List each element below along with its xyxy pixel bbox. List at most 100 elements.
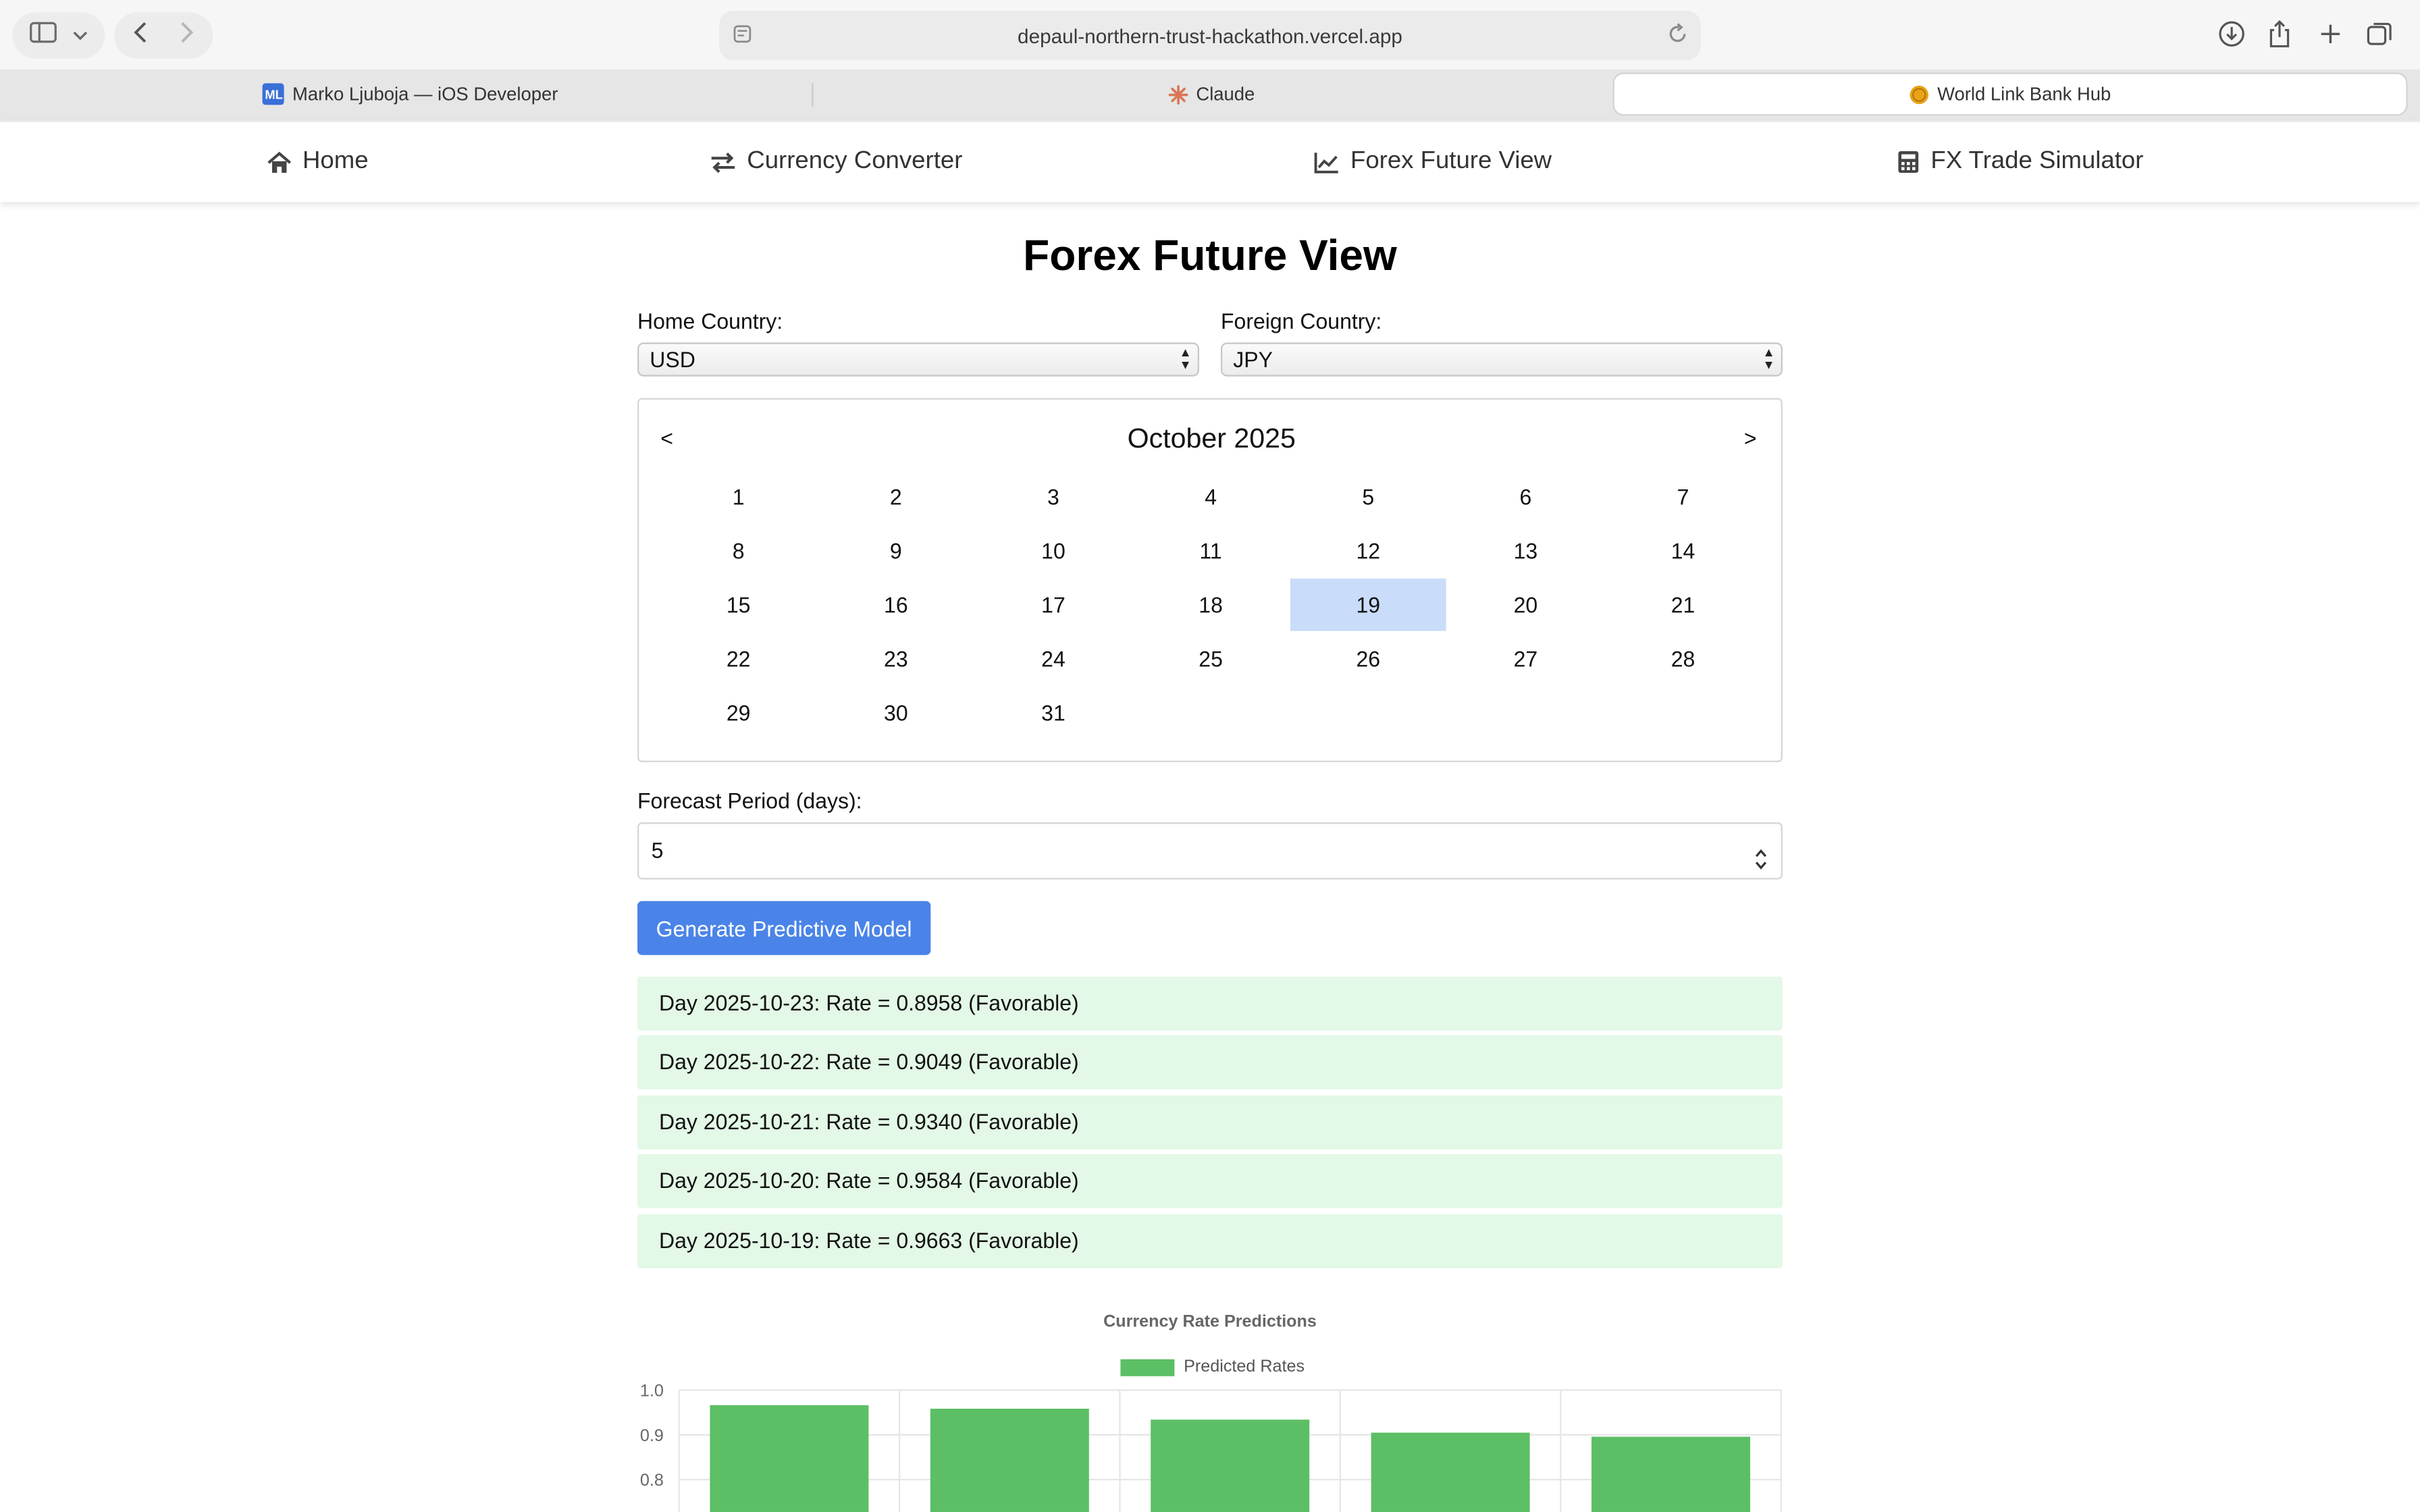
calendar-day[interactable]: 21 xyxy=(1605,578,1761,631)
generate-model-button[interactable]: Generate Predictive Model xyxy=(637,900,931,955)
calendar-day[interactable]: 14 xyxy=(1605,524,1761,577)
legend-label: Predicted Rates xyxy=(1184,1357,1305,1376)
calendar-day[interactable]: 12 xyxy=(1290,524,1446,577)
stepper-icon[interactable] xyxy=(1754,838,1769,892)
address-bar[interactable]: depaul-northern-trust-hackathon.vercel.a… xyxy=(719,10,1701,61)
y-tick-label: 1.0 xyxy=(640,1382,664,1401)
downloads-icon[interactable] xyxy=(2218,20,2246,48)
history-nav xyxy=(114,12,213,59)
tab-overview-icon[interactable] xyxy=(2366,20,2394,48)
calendar-day[interactable]: 17 xyxy=(976,578,1132,631)
new-tab-icon[interactable] xyxy=(2318,22,2343,47)
calendar: < October 2025 > 1 2 3 4 5 6 7 8 9 10 11 12 13 14 15 16… xyxy=(637,398,1783,763)
line-chart-icon xyxy=(1314,152,1338,173)
nav-forex-future-view-label: Forex Future View xyxy=(1350,148,1552,175)
calendar-day[interactable]: 15 xyxy=(660,578,816,631)
foreign-country-label: Foreign Country: xyxy=(1220,308,1382,333)
calendar-month-label: October 2025 xyxy=(1127,423,1296,454)
calendar-day[interactable]: 10 xyxy=(976,524,1132,577)
home-icon xyxy=(267,151,292,172)
nav-fx-trade-simulator[interactable]: FX Trade Simulator xyxy=(1897,145,2143,179)
sidebar-toggle-button[interactable] xyxy=(12,12,105,59)
browser-toolbar: depaul-northern-trust-hackathon.vercel.a… xyxy=(0,0,2420,70)
calendar-day[interactable]: 16 xyxy=(818,578,974,631)
calendar-day[interactable]: 6 xyxy=(1448,470,1604,523)
app-nav: Home Currency Converter Forex Future Vie… xyxy=(0,120,2420,202)
calculator-icon xyxy=(1898,151,1919,173)
chart-bar[interactable] xyxy=(930,1408,1089,1512)
legend-swatch xyxy=(1120,1358,1175,1376)
calendar-day[interactable]: 3 xyxy=(976,470,1132,523)
calendar-day[interactable]: 5 xyxy=(1290,470,1446,523)
calendar-day[interactable]: 7 xyxy=(1605,470,1761,523)
chart-bar[interactable] xyxy=(710,1405,869,1512)
ml-favicon: ML xyxy=(263,83,285,105)
sidebar-icon xyxy=(29,21,57,50)
result-row: Day 2025-10-20: Rate = 0.9584 (Favorable… xyxy=(637,1154,1783,1208)
calendar-day[interactable]: 26 xyxy=(1290,632,1446,685)
calendar-day[interactable]: 30 xyxy=(818,686,974,739)
result-row: Day 2025-10-22: Rate = 0.9049 (Favorable… xyxy=(637,1035,1783,1089)
tab-bar: ML Marko Ljuboja — iOS Developer Claude … xyxy=(0,69,2420,121)
chart-title: Currency Rate Predictions xyxy=(1103,1313,1317,1332)
calendar-day[interactable]: 31 xyxy=(976,686,1132,739)
calendar-day[interactable]: 11 xyxy=(1133,524,1289,577)
forward-icon[interactable] xyxy=(179,21,194,50)
nav-home-label: Home xyxy=(302,148,369,175)
nav-currency-converter-label: Currency Converter xyxy=(747,148,963,175)
url-text: depaul-northern-trust-hackathon.vercel.a… xyxy=(1018,24,1402,47)
result-row: Day 2025-10-21: Rate = 0.9340 (Favorable… xyxy=(637,1095,1783,1150)
forecast-period-input[interactable]: 5 xyxy=(637,822,1783,880)
calendar-day[interactable]: 22 xyxy=(660,632,816,685)
forecast-period-value: 5 xyxy=(651,838,664,863)
calendar-day-selected[interactable]: 19 xyxy=(1290,578,1446,631)
nav-currency-converter[interactable]: Currency Converter xyxy=(710,145,962,179)
chart-legend[interactable]: Predicted Rates xyxy=(1120,1357,1305,1376)
forecast-period-label: Forecast Period (days): xyxy=(637,788,862,813)
tab-label: World Link Bank Hub xyxy=(1937,83,2111,105)
calendar-day[interactable]: 1 xyxy=(660,470,816,523)
calendar-day[interactable]: 29 xyxy=(660,686,816,739)
result-row: Day 2025-10-19: Rate = 0.9663 (Favorable… xyxy=(637,1214,1783,1268)
select-arrows-icon: ▲ ▼ xyxy=(1762,345,1775,372)
page-settings-icon[interactable] xyxy=(731,23,753,49)
exchange-arrows-icon xyxy=(711,151,735,173)
calendar-day[interactable]: 4 xyxy=(1133,470,1289,523)
home-country-select[interactable]: USD ▲ ▼ xyxy=(637,342,1199,377)
reload-icon[interactable] xyxy=(1667,22,1689,51)
tab-world-link-bank-hub[interactable]: World Link Bank Hub xyxy=(1612,72,2408,116)
calendar-next-button[interactable]: > xyxy=(1744,426,1757,451)
foreign-country-select[interactable]: JPY ▲ ▼ xyxy=(1220,342,1783,377)
chart-bar[interactable] xyxy=(1371,1432,1530,1512)
calendar-day[interactable]: 24 xyxy=(976,632,1132,685)
nav-home[interactable]: Home xyxy=(267,145,369,179)
chevron-down-icon xyxy=(72,22,88,49)
calendar-day[interactable]: 18 xyxy=(1133,578,1289,631)
nav-fx-trade-simulator-label: FX Trade Simulator xyxy=(1930,148,2144,175)
tab-label: Marko Ljuboja — iOS Developer xyxy=(292,83,558,105)
calendar-day[interactable]: 20 xyxy=(1448,578,1604,631)
tab-divider xyxy=(812,83,814,107)
share-icon[interactable] xyxy=(2267,18,2292,49)
nav-forex-future-view[interactable]: Forex Future View xyxy=(1313,145,1552,179)
calendar-day[interactable]: 28 xyxy=(1605,632,1761,685)
home-country-value: USD xyxy=(650,347,695,372)
y-tick-label: 0.9 xyxy=(640,1426,664,1445)
tab-label: Claude xyxy=(1196,83,1255,105)
coin-icon xyxy=(1910,84,1930,105)
calendar-day[interactable]: 27 xyxy=(1448,632,1604,685)
calendar-day[interactable]: 23 xyxy=(818,632,974,685)
tab-marko[interactable]: ML Marko Ljuboja — iOS Developer xyxy=(12,72,808,115)
chart-bar[interactable] xyxy=(1591,1436,1751,1512)
calendar-day[interactable]: 25 xyxy=(1133,632,1289,685)
back-icon[interactable] xyxy=(133,21,149,50)
result-row: Day 2025-10-23: Rate = 0.8958 (Favorable… xyxy=(637,976,1783,1031)
calendar-day[interactable]: 13 xyxy=(1448,524,1604,577)
calendar-day[interactable]: 8 xyxy=(660,524,816,577)
chart-bar[interactable] xyxy=(1151,1420,1310,1512)
calendar-day[interactable]: 9 xyxy=(818,524,974,577)
bar-chart: 1.0 0.9 0.8 xyxy=(640,1382,1782,1512)
tab-claude[interactable]: Claude xyxy=(815,72,1608,115)
y-tick-label: 0.8 xyxy=(640,1471,664,1490)
calendar-day[interactable]: 2 xyxy=(818,470,974,523)
